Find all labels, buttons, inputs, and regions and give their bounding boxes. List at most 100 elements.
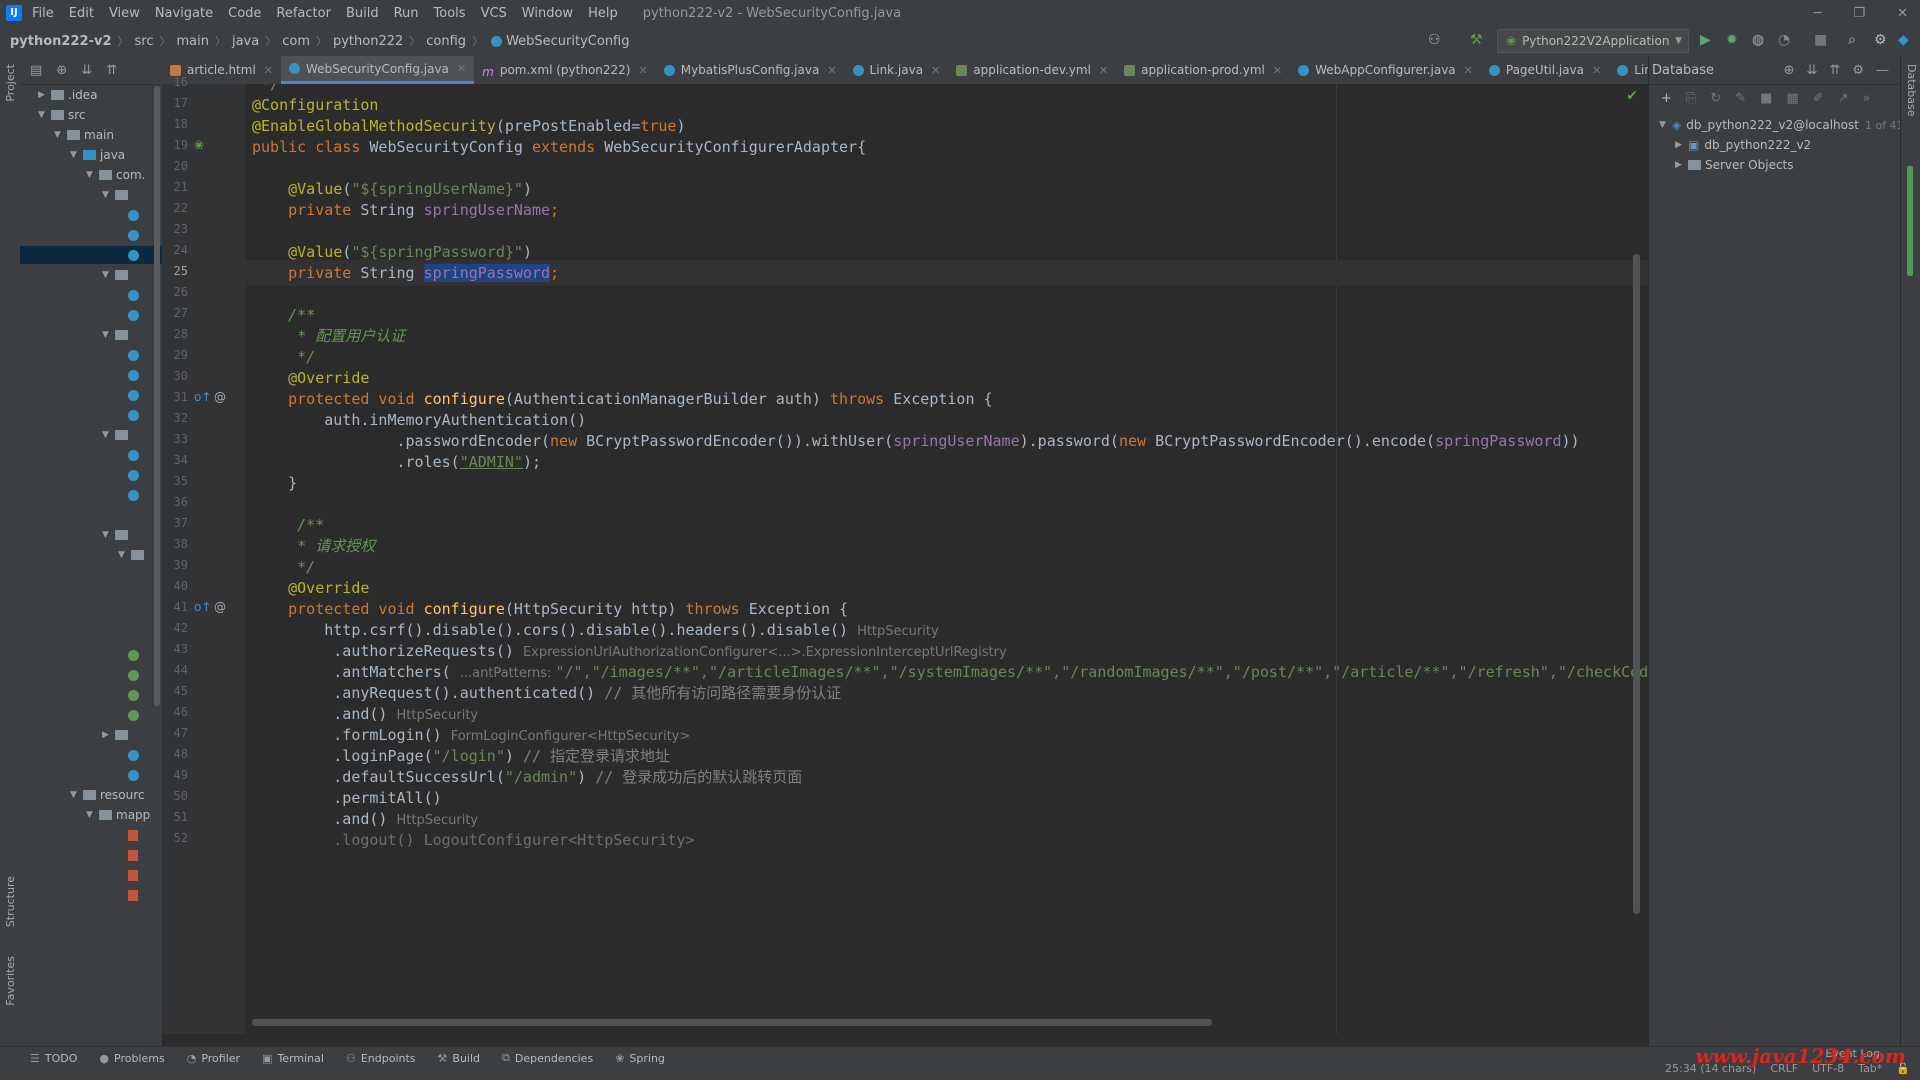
db-connection-node[interactable]: ▼ ◈ db_python222_v2@localhost 1 of 41 — [1659, 116, 1904, 134]
breadcrumb-java[interactable]: java — [232, 34, 259, 49]
tree-item[interactable] — [128, 346, 143, 364]
override-method-icon[interactable]: o↑ — [194, 600, 211, 614]
menu-navigate[interactable]: Navigate — [155, 6, 213, 21]
dependencies-tool-button[interactable]: ⧉ Dependencies — [502, 1051, 593, 1065]
breadcrumb-python222[interactable]: python222 — [333, 34, 403, 49]
terminal-tool-button[interactable]: ▣ Terminal — [262, 1052, 324, 1065]
tab-websecurityconfig[interactable]: WebSecurityConfig.java ✕ — [281, 56, 475, 84]
tree-item[interactable] — [128, 226, 143, 244]
tree-item[interactable]: ▼ — [102, 326, 132, 344]
tab-webappconfigurer[interactable]: WebAppConfigurer.java ✕ — [1290, 56, 1481, 84]
close-icon[interactable]: ✕ — [1464, 64, 1473, 77]
tree-item[interactable] — [128, 486, 143, 504]
coverage-icon[interactable]: ◍ — [1752, 32, 1764, 48]
close-icon[interactable]: ✕ — [264, 64, 273, 77]
tree-item[interactable] — [128, 406, 143, 424]
menu-window[interactable]: Window — [522, 6, 573, 21]
stop-icon[interactable]: ■ — [1814, 32, 1827, 48]
annotation-icon[interactable]: @ — [214, 600, 226, 614]
tree-item[interactable]: ▼ java — [70, 146, 125, 164]
table-icon[interactable]: ▦ — [1786, 91, 1798, 106]
menu-view[interactable]: View — [109, 6, 140, 21]
tree-item[interactable]: ▼ — [118, 546, 148, 564]
tree-item[interactable]: ▼ — [102, 186, 132, 204]
tab-mybatisplusconfig[interactable]: MybatisPlusConfig.java ✕ — [656, 56, 845, 84]
db-schema-node[interactable]: ▶ ▣ db_python222_v2 — [1675, 136, 1811, 154]
run-icon[interactable]: ▶ — [1700, 32, 1711, 48]
tab-pom-xml[interactable]: m pom.xml (python222) ✕ — [474, 56, 656, 84]
tree-item[interactable]: ▶ .idea — [38, 86, 98, 104]
project-tool-tab[interactable]: Project — [4, 64, 17, 102]
tree-item[interactable] — [128, 446, 143, 464]
tab-pageutil[interactable]: PageUtil.java ✕ — [1481, 56, 1609, 84]
endpoints-tool-button[interactable]: ⚇ Endpoints — [346, 1052, 416, 1065]
menu-edit[interactable]: Edit — [69, 6, 94, 21]
tree-item[interactable]: ▼ com. — [86, 166, 145, 184]
tree-item[interactable] — [128, 306, 143, 324]
tree-item[interactable]: ▶ — [102, 726, 132, 744]
close-icon[interactable]: ✕ — [1592, 64, 1601, 77]
tree-item[interactable] — [128, 646, 143, 664]
target-icon[interactable]: ⊕ — [1784, 63, 1795, 78]
breadcrumb-class[interactable]: WebSecurityConfig — [506, 34, 629, 49]
spring-tool-button[interactable]: ❀ Spring — [615, 1052, 665, 1065]
breadcrumb-com[interactable]: com — [282, 34, 310, 49]
maximize-button[interactable]: ❐ — [1853, 6, 1865, 21]
tree-item[interactable] — [128, 846, 142, 864]
refresh-icon[interactable]: ↻ — [1710, 91, 1721, 106]
close-icon[interactable]: ✕ — [827, 64, 836, 77]
structure-tool-tab[interactable]: Structure — [4, 876, 17, 927]
close-icon[interactable]: ✕ — [1099, 64, 1108, 77]
menu-help[interactable]: Help — [588, 6, 618, 21]
project-view-icon[interactable]: ▤ — [30, 63, 42, 78]
stop-icon[interactable]: ■ — [1760, 91, 1772, 106]
expand-all-icon[interactable]: ⇊ — [1807, 63, 1818, 78]
menu-refactor[interactable]: Refactor — [276, 6, 331, 21]
tree-item[interactable] — [128, 666, 143, 684]
database-tool-tab[interactable]: Database — [1905, 64, 1918, 117]
tab-link-truncated[interactable]: Lin — [1609, 56, 1648, 84]
add-icon[interactable]: + — [1661, 91, 1672, 106]
profiler-icon[interactable]: ◔ — [1778, 32, 1790, 48]
close-icon[interactable]: ✕ — [1273, 64, 1282, 77]
tree-item[interactable] — [128, 386, 143, 404]
breadcrumb-config[interactable]: config — [426, 34, 466, 49]
tree-item[interactable]: ▼ mapp — [86, 806, 150, 824]
tree-item[interactable] — [128, 686, 143, 704]
copy-icon[interactable]: ⎘ — [1686, 91, 1696, 106]
settings-gear-icon[interactable]: ⚙ — [1874, 32, 1887, 48]
tree-item[interactable] — [128, 746, 143, 764]
annotation-icon[interactable]: @ — [214, 390, 226, 404]
locate-file-icon[interactable]: ⊕ — [56, 63, 67, 78]
breadcrumb-src[interactable]: src — [135, 34, 154, 49]
tree-item[interactable] — [128, 866, 142, 884]
tree-item[interactable]: ▼ resourc — [70, 786, 145, 804]
close-icon[interactable]: ✕ — [931, 64, 940, 77]
spring-bean-icon[interactable]: ❀ — [194, 138, 204, 152]
minimize-button[interactable]: ─ — [1814, 6, 1822, 21]
project-scrollbar[interactable] — [154, 86, 160, 706]
tree-item[interactable]: ▼ main — [54, 126, 114, 144]
tree-item[interactable] — [128, 466, 143, 484]
debug-icon[interactable]: ✹ — [1726, 32, 1738, 48]
menu-build[interactable]: Build — [346, 6, 379, 21]
menu-file[interactable]: File — [32, 6, 54, 21]
profiler-tool-button[interactable]: ◔ Profiler — [187, 1052, 240, 1065]
properties-icon[interactable]: ✎ — [1735, 91, 1746, 106]
collapse-all-icon[interactable]: ⇈ — [1829, 63, 1840, 78]
build-tool-button[interactable]: ⚒ Build — [438, 1052, 481, 1065]
tab-application-dev[interactable]: application-dev.yml ✕ — [948, 56, 1116, 84]
breadcrumb-main[interactable]: main — [176, 34, 208, 49]
tree-item[interactable] — [128, 886, 142, 904]
hide-panel-icon[interactable]: — — [1876, 63, 1889, 78]
jump-icon[interactable]: ↗ — [1838, 91, 1849, 106]
tree-item-selected[interactable] — [20, 246, 162, 264]
override-method-icon[interactable]: o↑ — [194, 390, 211, 404]
settings-gear-icon[interactable]: ⚙ — [1852, 63, 1864, 78]
tree-item[interactable] — [128, 766, 143, 784]
close-icon[interactable]: ✕ — [639, 64, 648, 77]
maven-tool-tab[interactable] — [1907, 166, 1913, 276]
user-icon[interactable]: ⚇ — [1428, 32, 1441, 48]
tree-item[interactable] — [128, 826, 142, 844]
menu-tools[interactable]: Tools — [434, 6, 466, 21]
